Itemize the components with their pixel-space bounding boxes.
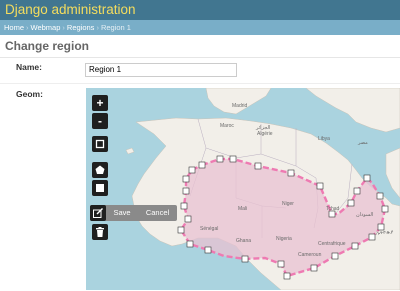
map-land-canary [125,147,135,155]
map-land-europe-east [305,88,400,133]
place-label-sudan: السودان [356,212,374,218]
modify-button[interactable] [90,205,106,221]
name-input[interactable]: Region 1 [85,63,237,77]
filled-square-icon [96,184,104,192]
place-label-algerie: Algérie [257,131,273,137]
place-label-maroc: Maroc [220,123,234,129]
breadcrumb: Home › Webmap › Regions › Region 1 [0,20,400,35]
cancel-button[interactable]: Cancel [139,205,176,221]
site-title[interactable]: Django administration [5,1,136,19]
draw-polygon-button[interactable] [92,162,108,178]
place-label-ghana: Ghana [236,238,252,244]
geom-label: Geom: [16,89,43,99]
place-label-chad: Tchad [326,206,340,212]
place-label-niger: Niger [282,201,294,207]
delete-button[interactable] [92,224,108,240]
draw-square-button[interactable] [92,180,108,196]
map-land-iberia [205,88,272,115]
place-label-libya: Libya [318,136,330,142]
pentagon-icon [95,165,105,174]
geom-map[interactable]: Madrid الجزائر Algérie Maroc Libya مصر M… [86,88,400,290]
breadcrumb-webmap-link[interactable]: Webmap [31,23,61,32]
place-label-cameroon: Cameroun [298,252,322,258]
place-label-madrid: Madrid [232,103,248,109]
admin-header: Django administration [0,0,400,20]
place-label-nigeria: Nigeria [276,236,292,242]
trash-icon [96,227,104,237]
square-icon [95,139,105,149]
form-row-divider [0,83,400,84]
place-label-senegal: Sénégal [200,226,219,232]
place-label-ethiopia: ኢትዮጵያ [376,230,394,236]
zoom-out-button[interactable]: - [92,113,108,129]
edit-icon [93,208,103,218]
map-land-arabia [385,147,400,199]
name-label: Name: [16,62,42,72]
draw-box-button[interactable] [92,136,108,152]
place-label-centrafrique: Centrafrique [318,241,346,247]
page-title: Change region [5,39,90,53]
zoom-in-button[interactable]: + [92,95,108,111]
save-button[interactable]: Save [107,205,137,221]
modify-toolbar: Save Cancel [90,205,177,221]
map-tiles [125,88,400,290]
breadcrumb-home-link[interactable]: Home [4,23,24,32]
place-label-egypt: مصر [358,140,368,146]
place-label-mali: Mali [238,206,248,212]
breadcrumb-current: Region 1 [100,23,131,32]
breadcrumb-regions-link[interactable]: Regions [67,23,95,32]
